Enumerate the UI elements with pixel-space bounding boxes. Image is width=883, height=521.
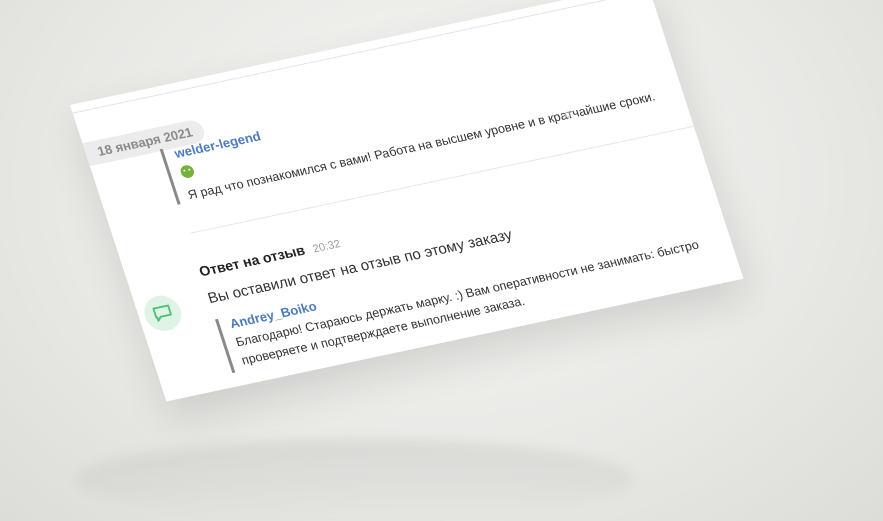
screen: 18 января 2021 welder-legend Я рад что п… <box>0 0 883 521</box>
order-feed-card: 18 января 2021 welder-legend Я рад что п… <box>70 0 744 402</box>
chat-bubble-icon <box>139 292 186 335</box>
event-time: 20:32 <box>311 238 343 256</box>
review-quote: welder-legend Я рад что познакомился с в… <box>159 42 680 205</box>
card-reflection <box>75 440 635 520</box>
smiley-icon <box>178 163 196 180</box>
